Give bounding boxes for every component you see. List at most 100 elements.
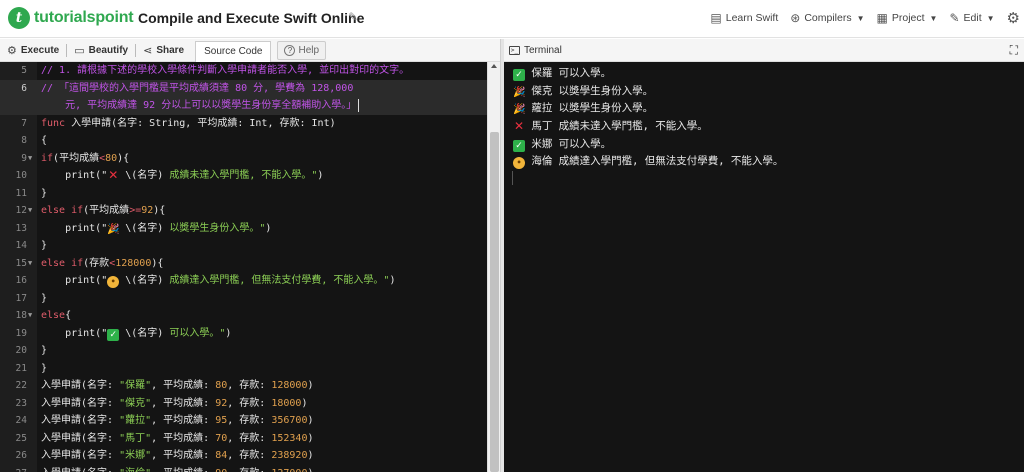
code-line[interactable]: 5 // 1. 請根據下述的學校入學條件判斷入學申請者能否入學, 並印出對印的文字…: [0, 62, 487, 80]
terminal-output[interactable]: ✓ 保羅 可以入學。 🎉 傑克 以獎學生身份入學。 🎉 蘿拉 以獎學生身份入學。 ✕ …: [504, 62, 1024, 472]
code-line[interactable]: 19 print(" ✓ \(名字) 可以入學。"): [0, 325, 487, 343]
gear-icon[interactable]: ⚙: [1007, 9, 1020, 27]
code-text: 入學申請(名字: "米娜", 平均成績: 84, 存款: 238920): [41, 447, 314, 465]
help-button[interactable]: ? Help: [277, 40, 327, 60]
nav-project-label: Project: [891, 12, 925, 24]
code-token: ){: [117, 152, 130, 164]
code-line[interactable]: 7 func 入學申請(名字: String, 平均成績: Int, 存款: In…: [0, 115, 487, 133]
code-line[interactable]: 元, 平均成績達 92 分以上可以以獎學生身份享全額補助入學。」: [0, 97, 487, 115]
code-token: 入學申請(名字:: [41, 380, 120, 391]
code-line[interactable]: 18 ▼ else{: [0, 307, 487, 325]
code-editor[interactable]: 5 // 1. 請根據下述的學校入學條件判斷入學申請者能否入學, 並印出對印的文字…: [0, 62, 487, 472]
code-token: \(名字): [119, 170, 170, 181]
nav-learn-swift[interactable]: ▤ Learn Swift: [710, 11, 778, 25]
code-line[interactable]: 16 print(" • \(名字) 成績達入學門檻, 但無法支付學費, 不能入學…: [0, 272, 487, 290]
code-line[interactable]: 23 入學申請(名字: "傑克", 平均成績: 92, 存款: 18000): [0, 395, 487, 413]
scroll-up-arrow-icon[interactable]: [491, 64, 497, 68]
logo-mark-icon: t: [8, 7, 30, 29]
code-line[interactable]: 12 ▼ else if(平均成績>=92){: [0, 202, 487, 220]
beautify-label: Beautify: [88, 44, 129, 56]
code-token: else if: [41, 205, 84, 216]
chevron-down-icon: ▼: [986, 13, 995, 23]
fold-arrow-icon[interactable]: ▼: [28, 255, 36, 273]
editor-scrollbar[interactable]: [487, 62, 500, 472]
code-token: (平均成績: [83, 205, 130, 216]
code-token: ): [301, 397, 308, 409]
share-button[interactable]: ⋖ Share: [136, 39, 191, 62]
compilers-icon: ⊛: [790, 11, 801, 25]
code-token: // 「這間學校的入學門檻是平均成績須達 80 分, 學費為 128,000: [41, 82, 354, 94]
top-nav: ▤ Learn Swift ⊛ Compilers ▼ ▦ Project ▼ …: [698, 9, 1020, 27]
code-line[interactable]: 20}: [0, 342, 487, 360]
code-line[interactable]: 25 入學申請(名字: "馬丁", 平均成績: 70, 存款: 152340): [0, 430, 487, 448]
terminal-line-text: 海倫 成績達入學門檻, 但無法支付學費, 不能入學。: [525, 155, 784, 168]
code-token: ){: [151, 257, 164, 269]
code-token: ): [265, 222, 272, 234]
code-token: 92: [141, 205, 154, 216]
code-line[interactable]: 14}: [0, 237, 487, 255]
code-line[interactable]: 13 print("🎉 \(名字) 以獎學生身份入學。"): [0, 220, 487, 238]
code-line[interactable]: 26 入學申請(名字: "米娜", 平均成績: 84, 存款: 238920): [0, 447, 487, 465]
fold-arrow-icon[interactable]: ▼: [28, 307, 36, 325]
code-token: ): [225, 327, 232, 339]
code-token: ): [317, 170, 324, 181]
code-line[interactable]: 21}: [0, 360, 487, 378]
line-number: 23: [15, 397, 27, 409]
nav-edit-label: Edit: [963, 12, 982, 24]
code-text: 入學申請(名字: "蘿拉", 平均成績: 95, 存款: 356700): [41, 412, 314, 430]
top-header: t tutorialspoint Compile and Execute Swi…: [0, 0, 1024, 38]
nav-edit[interactable]: ✎ Edit ▼: [949, 11, 994, 25]
code-line[interactable]: 17}: [0, 290, 487, 308]
fullscreen-icon[interactable]: ⛶: [1010, 43, 1018, 58]
code-line[interactable]: 10 print("✕ \(名字) 成績未達入學門檻, 不能入學。"): [0, 167, 487, 185]
line-number: 27: [0, 465, 27, 472]
help-label: Help: [298, 44, 320, 56]
terminal-line: 🎉 傑克 以獎學生身份入學。: [504, 83, 1024, 101]
code-line[interactable]: 24 入學申請(名字: "蘿拉", 平均成績: 95, 存款: 356700): [0, 412, 487, 430]
code-token: 元, 平均成績達 92 分以上可以以獎學生身份享全額補助入學。」: [41, 100, 357, 111]
line-number: 18: [15, 310, 27, 321]
code-line[interactable]: 6 // 「這間學校的入學門檻是平均成績須達 80 分, 學費為 128,000: [0, 79, 487, 97]
code-token: "蘿拉": [119, 415, 152, 426]
fold-arrow-icon[interactable]: ▼: [28, 202, 36, 220]
share-icon: ⋖: [143, 44, 153, 57]
code-token: , 平均成績:: [151, 432, 216, 444]
edit-title-icon[interactable]: ✎: [348, 10, 362, 24]
tab-source-code[interactable]: Source Code: [195, 40, 272, 62]
fold-arrow-icon[interactable]: ▼: [28, 150, 36, 168]
code-token: "保羅": [119, 380, 152, 391]
line-number: 11: [15, 187, 27, 199]
code-line[interactable]: 9 ▼ if(平均成績<80){: [0, 150, 487, 168]
page-title: Compile and Execute Swift Online: [138, 10, 365, 26]
code-token: \(名字): [119, 275, 170, 286]
code-text: }: [41, 237, 47, 255]
terminal-line: ✕ 馬丁 成績未達入學門檻, 不能入學。: [504, 118, 1024, 136]
beautify-button[interactable]: ▭ Beautify: [67, 39, 135, 62]
code-token: ): [307, 468, 313, 472]
code-token: if: [41, 152, 54, 164]
code-token: 可以入學。": [169, 327, 226, 339]
code-line[interactable]: 15 ▼ else if(存款<128000){: [0, 255, 487, 273]
code-line[interactable]: 27 入學申請(名字: "海倫", 平均成績: 90, 存款: 127000): [0, 465, 487, 472]
code-token: print(": [41, 327, 108, 339]
scrollbar-thumb[interactable]: [490, 132, 499, 472]
execute-button[interactable]: ⚙ Execute: [0, 39, 66, 62]
code-text: func 入學申請(名字: String, 平均成績: Int, 存款: Int…: [41, 115, 336, 133]
code-text: if(平均成績<80){: [41, 150, 129, 168]
nav-compilers[interactable]: ⊛ Compilers ▼: [790, 11, 864, 25]
nav-project[interactable]: ▦ Project ▼: [877, 11, 938, 25]
code-token: 92: [215, 397, 228, 409]
code-line[interactable]: 11}: [0, 185, 487, 203]
chevron-down-icon: ▼: [929, 13, 938, 23]
code-token: 入學申請(名字:: [41, 415, 120, 426]
code-token: {: [41, 135, 48, 146]
tutorialspoint-logo[interactable]: t tutorialspoint: [8, 7, 134, 29]
code-token: , 平均成績:: [151, 415, 216, 426]
code-line[interactable]: 8{: [0, 132, 487, 150]
editor-toolbar: ⚙ Execute ▭ Beautify ⋖ Share Source Code…: [0, 39, 500, 62]
code-text: print("🎉 \(名字) 以獎學生身份入學。"): [41, 220, 271, 238]
code-token: 80: [215, 380, 228, 391]
terminal-line: ✓ 米娜 可以入學。: [504, 136, 1024, 154]
code-line[interactable]: 22 入學申請(名字: "保羅", 平均成績: 80, 存款: 128000): [0, 377, 487, 395]
code-token: 84: [215, 450, 228, 461]
